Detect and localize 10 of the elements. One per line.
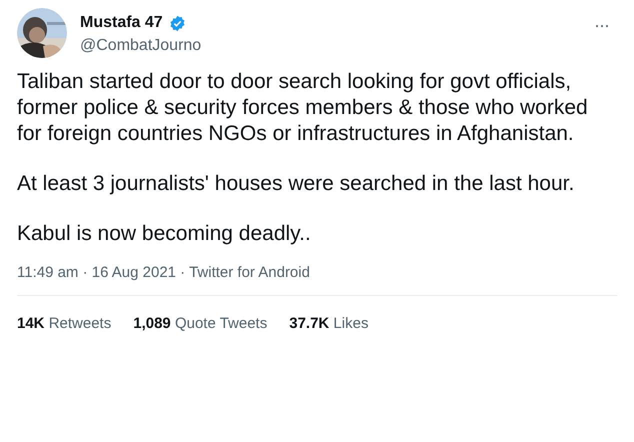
engagement-count[interactable]: 37.7K Likes [289,315,368,332]
tweet-text: Kabul is now becoming deadly.. [17,221,312,247]
more-options-button[interactable]: ··· [586,15,617,36]
tweet-text: Taliban started door to door search looking for govt officials, former police & security forces members & those who worked for foreign countries NGOs or infrastructures in Afghanistan. [17,69,589,147]
tweet-timestamp[interactable]: 11:49 am · 16 Aug 2021 · Twitter for Android [17,264,617,281]
tweet-text: At least 3 journalists' houses were searched in the last hour. [17,171,576,197]
engagement-count[interactable]: 1,089 Quote Tweets [133,315,268,332]
author-handle[interactable]: @CombatJourno [80,37,574,55]
author-name[interactable]: Mustafa 47 [80,14,163,32]
engagement-count[interactable]: 14K Retweets [17,315,112,332]
